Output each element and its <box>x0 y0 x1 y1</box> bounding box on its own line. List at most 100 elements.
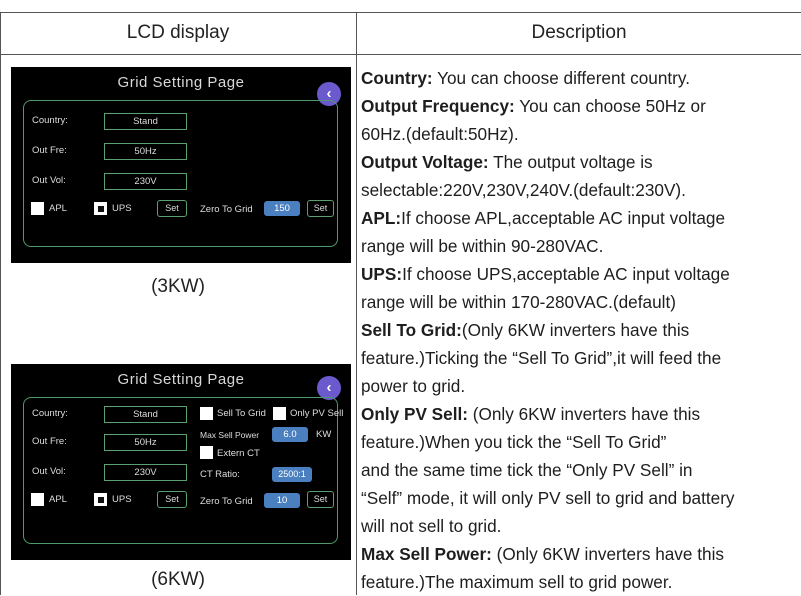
lcd-title: Grid Setting Page <box>117 371 245 388</box>
desc-text: feature.)The maximum sell to grid power. <box>361 572 673 592</box>
desc-text: 60Hz.(default:50Hz). <box>361 124 519 144</box>
desc-line: will not sell to grid. <box>361 512 801 540</box>
country-field[interactable]: Stand <box>104 113 187 130</box>
apl-label: APL <box>49 203 67 214</box>
ups-checkbox[interactable] <box>94 202 107 215</box>
desc-line: Country: You can choose different countr… <box>361 64 801 92</box>
set-mode-button[interactable]: Set <box>157 200 187 217</box>
out-vol-label: Out Vol: <box>32 466 66 477</box>
caption-3kw: (3KW) <box>151 276 205 297</box>
desc-line: selectable:220V,230V,240V.(default:230V)… <box>361 176 801 204</box>
desc-line: power to grid. <box>361 372 801 400</box>
set-zero-button[interactable]: Set <box>307 491 334 508</box>
zero-to-grid-value[interactable]: 150 <box>264 201 300 216</box>
desc-line: and the same time tick the “Only PV Sell… <box>361 456 801 484</box>
description-column-header: Description <box>531 22 627 43</box>
extern-ct-label: Extern CT <box>217 448 260 459</box>
desc-line: Max Sell Power: (Only 6KW inverters have… <box>361 540 801 568</box>
only-pv-sell-label: Only PV Sell <box>290 408 344 419</box>
out-vol-field[interactable]: 230V <box>104 173 187 190</box>
out-fre-field[interactable]: 50Hz <box>104 143 187 160</box>
term-output-voltage: Output Voltage: <box>361 152 489 172</box>
desc-text: The output voltage is <box>488 152 653 172</box>
desc-text: feature.)Ticking the “Sell To Grid”,it w… <box>361 348 722 368</box>
max-sell-power-value[interactable]: 6.0 <box>272 427 308 442</box>
extern-ct-checkbox[interactable] <box>200 446 213 459</box>
max-sell-power-unit: KW <box>316 429 332 440</box>
country-field[interactable]: Stand <box>104 406 187 423</box>
desc-text: range will be within 90-280VAC. <box>361 236 604 256</box>
lcd-column-header: LCD display <box>126 22 230 43</box>
term-output-frequency: Output Frequency: <box>361 96 515 116</box>
desc-line: feature.)When you tick the “Sell To Grid… <box>361 428 801 456</box>
desc-text: feature.)When you tick the “Sell To Grid… <box>361 432 667 452</box>
table-border-left <box>0 12 1 595</box>
only-pv-sell-checkbox[interactable] <box>273 407 286 420</box>
desc-text: and the same time tick the “Only PV Sell… <box>361 460 693 480</box>
country-label: Country: <box>32 115 68 126</box>
settings-table: LCD display Description Grid Setting Pag… <box>0 0 801 595</box>
out-vol-label: Out Vol: <box>32 175 66 186</box>
country-label: Country: <box>32 408 68 419</box>
out-vol-field[interactable]: 230V <box>104 464 187 481</box>
ups-label: UPS <box>112 494 132 505</box>
desc-text: If choose APL,acceptable AC input voltag… <box>401 208 726 228</box>
desc-line: Only PV Sell: (Only 6KW inverters have t… <box>361 400 801 428</box>
term-only-pv-sell: Only PV Sell: <box>361 404 468 424</box>
term-max-sell-power: Max Sell Power: <box>361 544 492 564</box>
sell-to-grid-label: Sell To Grid <box>217 408 266 419</box>
table-column-divider <box>356 12 357 595</box>
desc-line: Output Frequency: You can choose 50Hz or <box>361 92 801 120</box>
desc-text: “Self” mode, it will only PV sell to gri… <box>361 488 735 508</box>
set-mode-button[interactable]: Set <box>157 491 187 508</box>
ups-checkbox[interactable] <box>94 493 107 506</box>
term-sell-to-grid: Sell To Grid: <box>361 320 462 340</box>
term-country: Country: <box>361 68 433 88</box>
desc-text: will not sell to grid. <box>361 516 502 536</box>
desc-text: power to grid. <box>361 376 466 396</box>
sell-to-grid-checkbox[interactable] <box>200 407 213 420</box>
ct-ratio-label: CT Ratio: <box>200 469 240 480</box>
out-fre-label: Out Fre: <box>32 436 67 447</box>
desc-text: (Only 6KW inverters have this <box>467 404 701 424</box>
desc-text: You can choose different country. <box>432 68 690 88</box>
lcd-screen-3kw: Grid Setting Page ‹ Country: Stand Out F… <box>11 67 351 263</box>
desc-line: Output Voltage: The output voltage is <box>361 148 801 176</box>
desc-line: range will be within 170-280VAC.(default… <box>361 288 801 316</box>
apl-checkbox[interactable] <box>31 493 44 506</box>
zero-to-grid-label: Zero To Grid <box>200 204 253 215</box>
term-ups: UPS: <box>361 264 403 284</box>
lcd-panel: Country: Stand Out Fre: 50Hz Out Vol: 23… <box>23 397 343 544</box>
table-border-header <box>0 54 801 55</box>
desc-line: APL:If choose APL,acceptable AC input vo… <box>361 204 801 232</box>
desc-line: “Self” mode, it will only PV sell to gri… <box>361 484 801 512</box>
desc-line: 60Hz.(default:50Hz). <box>361 120 801 148</box>
desc-text: You can choose 50Hz or <box>514 96 706 116</box>
set-zero-button[interactable]: Set <box>307 200 334 217</box>
apl-checkbox[interactable] <box>31 202 44 215</box>
zero-to-grid-label: Zero To Grid <box>200 496 253 507</box>
desc-text: selectable:220V,230V,240V.(default:230V)… <box>361 180 686 200</box>
desc-text: range will be within 170-280VAC.(default… <box>361 292 676 312</box>
lcd-title: Grid Setting Page <box>117 74 245 91</box>
desc-text: (Only 6KW inverters have this <box>461 320 690 340</box>
desc-line: UPS:If choose UPS,acceptable AC input vo… <box>361 260 801 288</box>
ups-label: UPS <box>112 203 132 214</box>
caption-6kw: (6KW) <box>151 569 205 590</box>
desc-line: feature.)The maximum sell to grid power. <box>361 568 801 596</box>
term-apl: APL: <box>361 208 402 228</box>
apl-label: APL <box>49 494 67 505</box>
desc-line: Sell To Grid:(Only 6KW inverters have th… <box>361 316 801 344</box>
max-sell-power-label: Max Sell Power <box>200 430 260 440</box>
out-fre-field[interactable]: 50Hz <box>104 434 187 451</box>
desc-line: range will be within 90-280VAC. <box>361 232 801 260</box>
ct-ratio-value[interactable]: 2500:1 <box>272 467 312 482</box>
desc-text: If choose UPS,acceptable AC input voltag… <box>402 264 730 284</box>
out-fre-label: Out Fre: <box>32 145 67 156</box>
zero-to-grid-value[interactable]: 10 <box>264 493 300 508</box>
lcd-panel: Country: Stand Out Fre: 50Hz Out Vol: 23… <box>23 100 338 247</box>
description-text: Country: You can choose different countr… <box>361 64 801 596</box>
lcd-screen-6kw: Grid Setting Page ‹ Country: Stand Out F… <box>11 364 351 560</box>
desc-text: (Only 6KW inverters have this <box>491 544 724 564</box>
desc-line: feature.)Ticking the “Sell To Grid”,it w… <box>361 344 801 372</box>
